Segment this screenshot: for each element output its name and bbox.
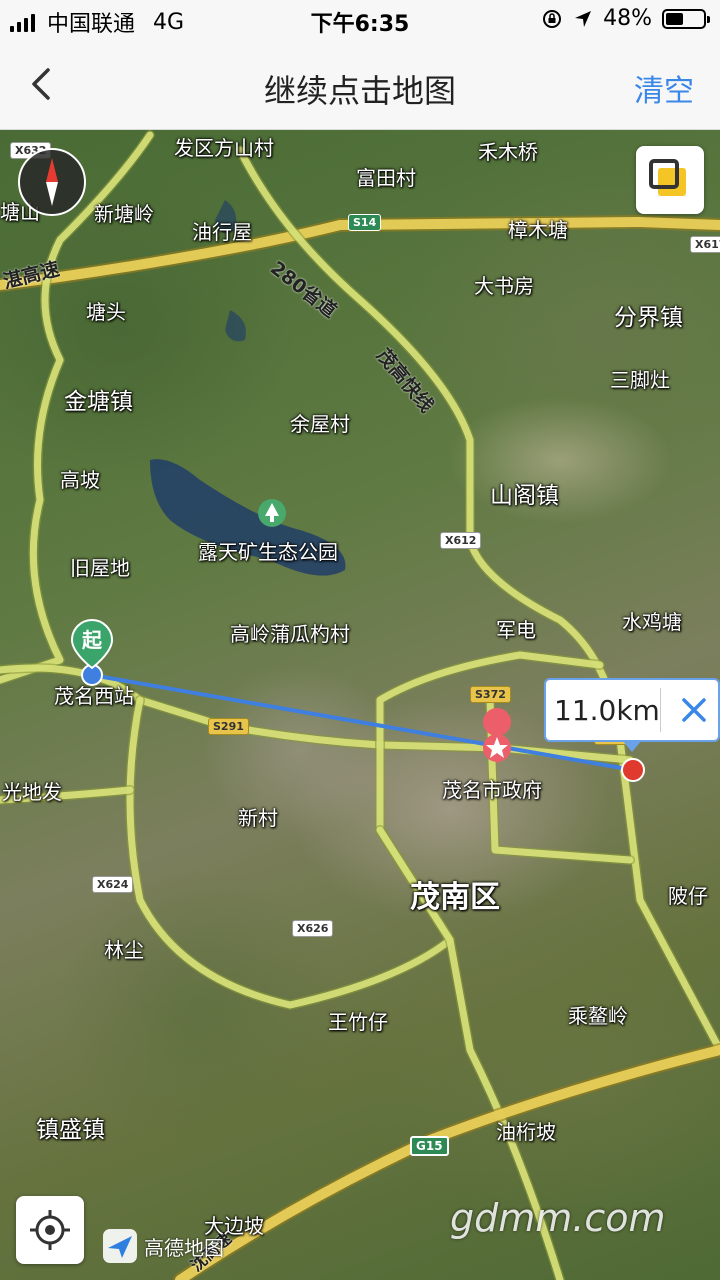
place-label: 三脚灶: [610, 368, 670, 392]
place-label: 发区方山村: [174, 136, 274, 160]
place-label: 水鸡塘: [622, 610, 682, 634]
place-label: 塘头: [86, 300, 126, 324]
distance-popup: 11.0km: [544, 678, 720, 752]
district-label: 茂南区: [410, 880, 500, 915]
place-label: 金塘镇: [64, 389, 133, 415]
place-label-government: 茂名市政府: [442, 778, 542, 802]
road-shield-x626: X626: [292, 920, 334, 937]
map-provider-logo: 高德地图: [102, 1228, 224, 1264]
clear-button[interactable]: 清空: [634, 66, 694, 110]
place-label: 军电: [496, 618, 536, 642]
distance-value: 11.0km: [554, 694, 660, 727]
location-arrow-icon: [575, 10, 592, 27]
road-shield-x612: X612: [440, 532, 482, 549]
place-label: 镇盛镇: [36, 1117, 105, 1143]
place-label: 旧屋地: [70, 556, 130, 580]
place-label: 王竹仔: [328, 1010, 388, 1034]
place-label: 新村: [238, 806, 278, 830]
road-shield-g15: G15: [410, 1136, 449, 1156]
place-label: 光地发: [2, 780, 62, 804]
place-label: 新塘岭: [94, 202, 154, 226]
place-label: 樟木塘: [508, 218, 568, 242]
place-label-park: 露天矿生态公园: [198, 540, 338, 564]
place-label: 陂仔: [668, 884, 708, 908]
compass-button[interactable]: [18, 148, 86, 216]
battery-percent: 48%: [603, 6, 652, 31]
place-label: 油桁坡: [496, 1120, 556, 1144]
page-title: 继续点击地图: [263, 72, 456, 110]
start-marker-label: 起: [82, 628, 102, 652]
place-label: 高岭蒲瓜杓村: [230, 622, 350, 646]
place-label: 富田村: [356, 166, 416, 190]
amap-logo-icon: [103, 1229, 137, 1263]
locate-icon: [30, 1210, 70, 1250]
divider: [660, 688, 661, 732]
start-marker[interactable]: 起: [70, 618, 114, 670]
place-label: 山阁镇: [490, 483, 559, 509]
road-shield-s291: S291: [208, 718, 249, 735]
road-shield-x624: X624: [92, 876, 134, 893]
place-label: 林尘: [104, 938, 144, 962]
road-shield-x617: X617: [690, 236, 720, 253]
place-label: 余屋村: [290, 412, 350, 436]
logo-text: 高德地图: [144, 1235, 224, 1260]
place-label-station: 茂名西站: [54, 684, 134, 708]
battery-icon: [662, 8, 710, 29]
locate-me-button[interactable]: [16, 1196, 84, 1264]
place-label: 油行屋: [192, 220, 252, 244]
road-shield-s372: S372: [470, 686, 511, 703]
layers-icon: [649, 159, 686, 196]
place-label: 禾木桥: [478, 140, 538, 164]
status-bar: 中国联通 4G 下午6:35 48%: [0, 0, 720, 40]
map-layers-button[interactable]: [636, 146, 704, 214]
place-label: 乘鳌岭: [568, 1004, 628, 1028]
navigation-bar: 继续点击地图 清空: [0, 40, 720, 130]
close-icon[interactable]: [676, 690, 712, 730]
place-label: 大书房: [474, 274, 534, 298]
place-label: 高坡: [60, 468, 100, 492]
road-shield-s14: S14: [348, 214, 382, 231]
watermark: gdmm.com: [450, 1196, 666, 1240]
compass-icon: [46, 158, 58, 206]
place-label: 分界镇: [614, 305, 683, 331]
rotation-lock-icon: [543, 9, 562, 28]
